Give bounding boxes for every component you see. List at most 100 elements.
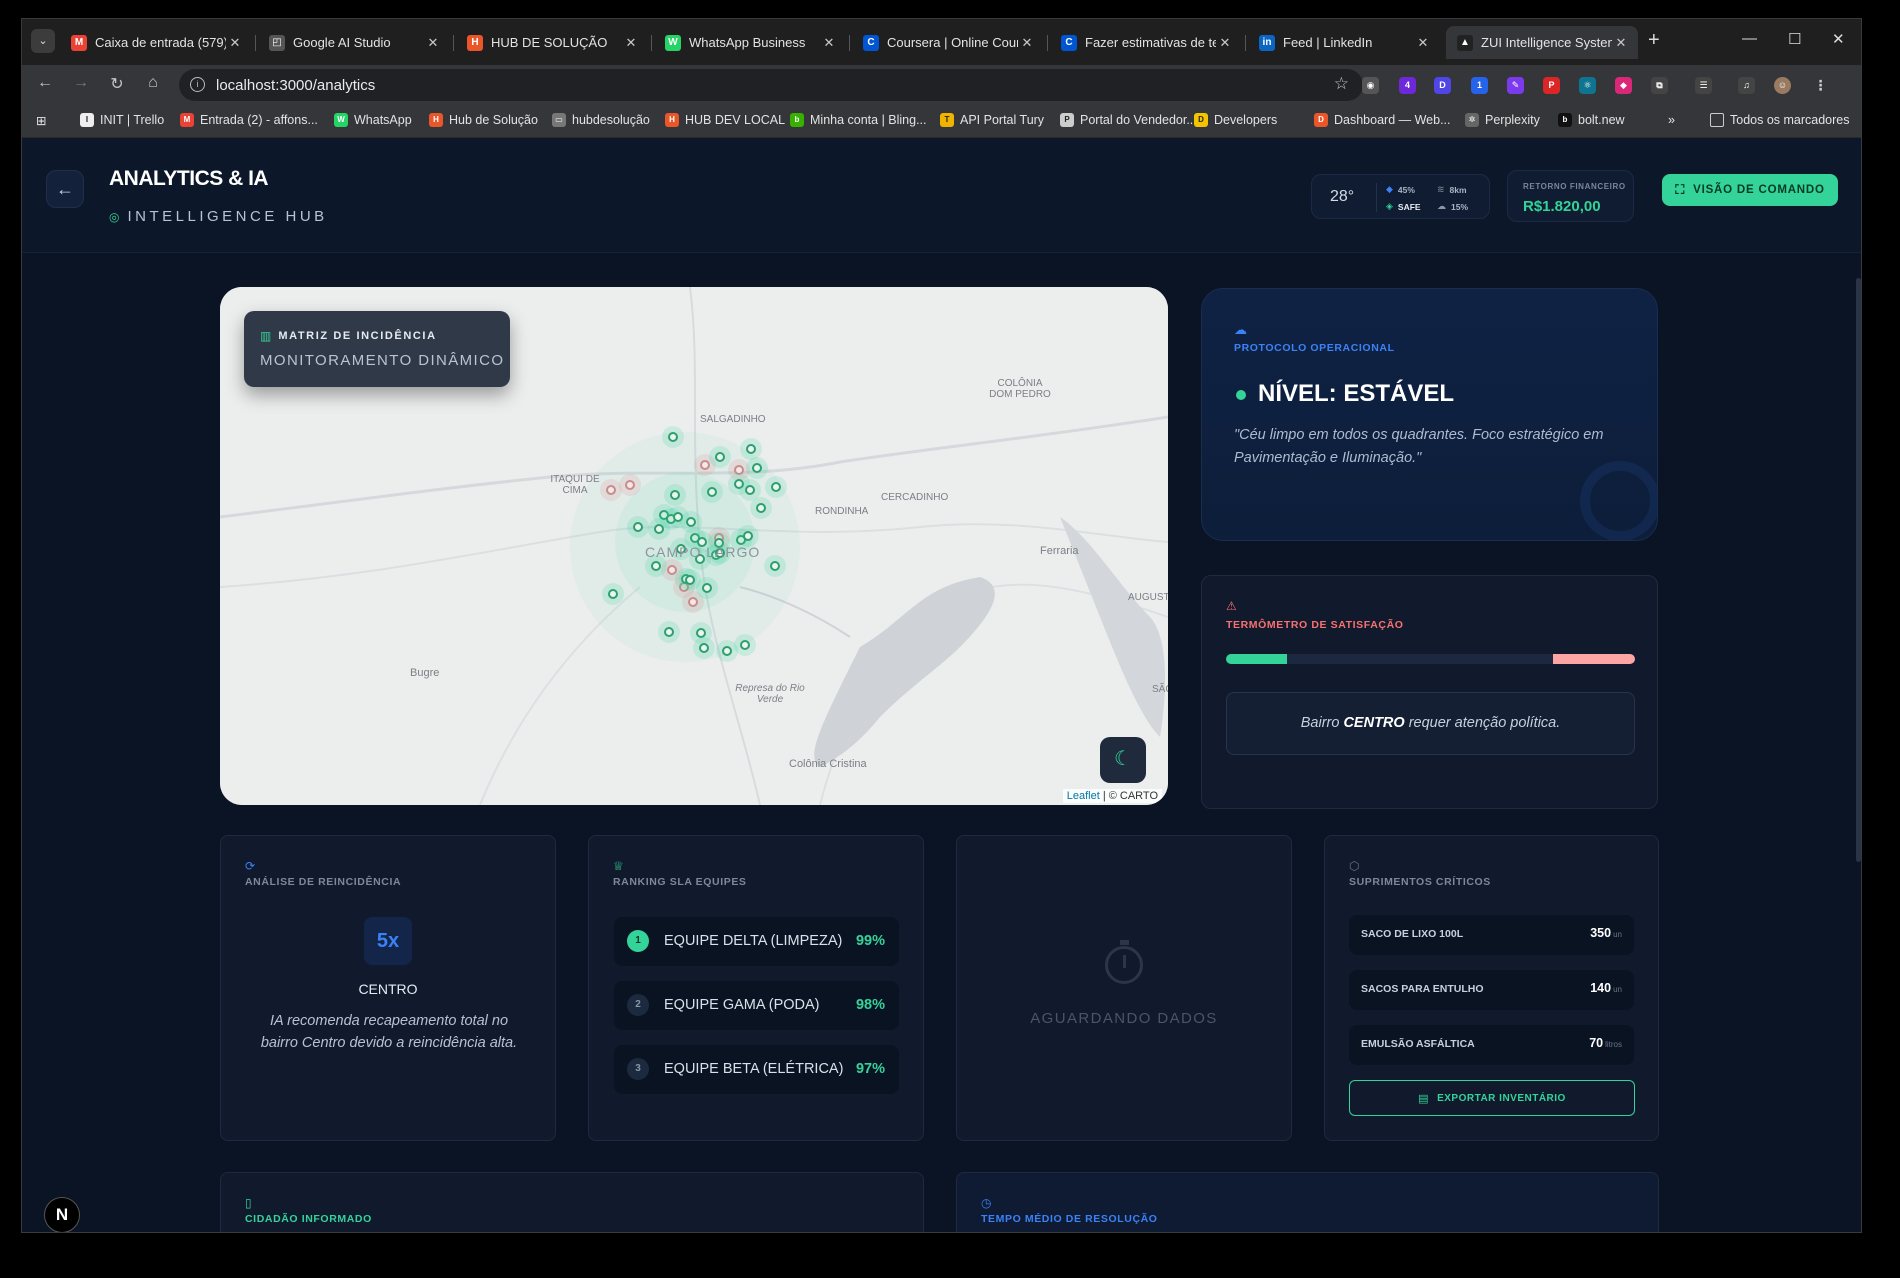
bookmark-item[interactable]: W WhatsApp <box>334 113 412 127</box>
browser-tab[interactable]: ▲ ZUI Intelligence System ✕ <box>1446 26 1638 59</box>
incident-marker[interactable] <box>664 627 674 637</box>
camera-extension-icon[interactable]: ◉ <box>1362 77 1379 94</box>
ranking-label: RANKING SLA EQUIPES <box>613 876 747 888</box>
pen-extension-icon[interactable]: ✎ <box>1507 77 1524 94</box>
new-tab-button[interactable]: + <box>1648 30 1660 50</box>
bookmark-item[interactable]: D Dashboard — Web... <box>1314 113 1451 127</box>
profile-avatar[interactable]: ☺ <box>1774 77 1791 94</box>
bookmark-item[interactable]: H HUB DEV LOCAL <box>665 113 785 127</box>
incident-marker[interactable] <box>752 463 762 473</box>
browser-tab[interactable]: C Coursera | Online Cours ✕ <box>852 26 1044 59</box>
incident-marker[interactable] <box>743 531 753 541</box>
bookmark-item[interactable]: M Entrada (2) - affons... <box>180 113 318 127</box>
site-info-icon[interactable]: i <box>190 77 205 92</box>
browser-menu-icon[interactable]: ⋮ <box>1812 77 1829 94</box>
close-tab-icon[interactable]: ✕ <box>1216 35 1234 51</box>
incident-marker[interactable] <box>633 522 643 532</box>
tab-search-button[interactable]: ⌄ <box>31 29 55 53</box>
bookmark-item[interactable]: H Hub de Solução <box>429 113 538 127</box>
incident-marker[interactable] <box>700 460 710 470</box>
incident-marker[interactable] <box>668 432 678 442</box>
bookmark-item[interactable]: ▭ hubdesolução <box>552 113 650 127</box>
supply-unit: un <box>1613 930 1622 939</box>
incident-marker[interactable] <box>654 524 664 534</box>
minimize-icon[interactable]: — <box>1742 30 1757 47</box>
incident-marker[interactable] <box>608 589 618 599</box>
theme-toggle-button[interactable]: ☾ <box>1100 737 1146 783</box>
close-tab-icon[interactable]: ✕ <box>1612 35 1630 51</box>
incident-marker[interactable] <box>746 444 756 454</box>
bookmark-item[interactable]: D Developers <box>1194 113 1277 127</box>
bookmark-item[interactable]: b bolt.new <box>1558 113 1625 127</box>
pdf-extension-icon[interactable]: P <box>1543 77 1560 94</box>
bookmark-item[interactable]: T API Portal Tury <box>940 113 1044 127</box>
incident-marker[interactable] <box>745 485 755 495</box>
close-tab-icon[interactable]: ✕ <box>622 35 640 51</box>
back-nav-icon[interactable]: ← <box>34 74 56 92</box>
incident-marker[interactable] <box>722 646 732 656</box>
tab-label: WhatsApp Business <box>689 35 806 50</box>
bookmark-item[interactable]: I INIT | Trello <box>80 113 164 127</box>
address-bar[interactable]: i localhost:3000/analytics ☆ <box>179 69 1363 101</box>
close-tab-icon[interactable]: ✕ <box>424 35 442 51</box>
incident-marker[interactable] <box>686 517 696 527</box>
place-label: SÃO <box>1152 684 1168 695</box>
page-scrollbar[interactable] <box>1856 278 1861 862</box>
home-icon[interactable]: ⌂ <box>142 74 164 92</box>
close-tab-icon[interactable]: ✕ <box>820 35 838 51</box>
incident-marker[interactable] <box>685 575 695 585</box>
incident-marker[interactable] <box>696 628 706 638</box>
incident-marker[interactable] <box>740 640 750 650</box>
apps-grid-icon[interactable]: ⊞ <box>36 113 46 128</box>
browser-tab[interactable]: in Feed | LinkedIn ✕ <box>1248 26 1440 59</box>
reading-list-icon[interactable]: ☰ <box>1695 77 1712 94</box>
incident-marker[interactable] <box>625 480 635 490</box>
leaflet-link[interactable]: Leaflet <box>1067 790 1100 802</box>
notes-extension-icon[interactable]: 1 <box>1471 77 1488 94</box>
incident-marker[interactable] <box>715 452 725 462</box>
bookmark-star-icon[interactable]: ☆ <box>1334 74 1349 94</box>
react-extension-icon[interactable]: ⚛ <box>1579 77 1596 94</box>
map-attribution: Leaflet | © CARTO <box>1062 789 1162 803</box>
incidence-map[interactable]: ▥ MATRIZ DE INCIDÊNCIA MONITORAMENTO DIN… <box>220 287 1168 805</box>
color-extension-icon[interactable]: ◆ <box>1615 77 1632 94</box>
forward-nav-icon[interactable]: → <box>70 74 92 92</box>
extension-badge-icon[interactable]: 4 <box>1399 77 1416 94</box>
browser-tab[interactable]: C Fazer estimativas de ter ✕ <box>1050 26 1242 59</box>
incident-marker[interactable] <box>667 565 677 575</box>
incident-marker[interactable] <box>770 561 780 571</box>
incident-marker[interactable] <box>670 490 680 500</box>
d-extension-icon[interactable]: D <box>1434 77 1451 94</box>
close-tab-icon[interactable]: ✕ <box>1414 35 1432 51</box>
browser-tab[interactable]: M Caixa de entrada (579) ✕ <box>60 26 252 59</box>
close-tab-icon[interactable]: ✕ <box>226 35 244 51</box>
maximize-icon[interactable]: ☐ <box>1788 30 1801 48</box>
close-window-icon[interactable]: ✕ <box>1832 30 1845 48</box>
extensions-puzzle-icon[interactable]: ⧉ <box>1651 77 1668 94</box>
incident-marker[interactable] <box>707 487 717 497</box>
bookmark-item[interactable]: ✲ Perplexity <box>1465 113 1540 127</box>
browser-tab[interactable]: ◰ Google AI Studio ✕ <box>258 26 450 59</box>
close-tab-icon[interactable]: ✕ <box>1018 35 1036 51</box>
command-view-button[interactable]: ⛶ VISÃO DE COMANDO <box>1662 174 1838 206</box>
supply-unit: litros <box>1605 1040 1622 1049</box>
incident-marker[interactable] <box>699 643 709 653</box>
incident-marker[interactable] <box>734 465 744 475</box>
browser-tab[interactable]: W WhatsApp Business ✕ <box>654 26 846 59</box>
back-button[interactable]: ← <box>46 170 84 208</box>
incident-marker[interactable] <box>688 597 698 607</box>
incident-marker[interactable] <box>771 482 781 492</box>
browser-tab[interactable]: H HUB DE SOLUÇÃO ✕ <box>456 26 648 59</box>
export-inventory-button[interactable]: ▤ EXPORTAR INVENTÁRIO <box>1349 1080 1635 1116</box>
bookmark-item[interactable]: P Portal do Vendedor... <box>1060 113 1197 127</box>
more-bookmarks-button[interactable]: » <box>1668 113 1675 127</box>
incident-marker[interactable] <box>606 485 616 495</box>
incident-marker[interactable] <box>702 583 712 593</box>
bookmark-item[interactable]: b Minha conta | Bling... <box>790 113 927 127</box>
reload-icon[interactable]: ↻ <box>106 74 128 94</box>
all-bookmarks-folder[interactable]: Todos os marcadores <box>1710 113 1850 127</box>
incident-marker[interactable] <box>651 561 661 571</box>
incident-marker[interactable] <box>756 503 766 513</box>
media-control-icon[interactable]: ♫ <box>1738 77 1755 94</box>
dev-tools-badge[interactable]: N <box>44 1197 80 1232</box>
